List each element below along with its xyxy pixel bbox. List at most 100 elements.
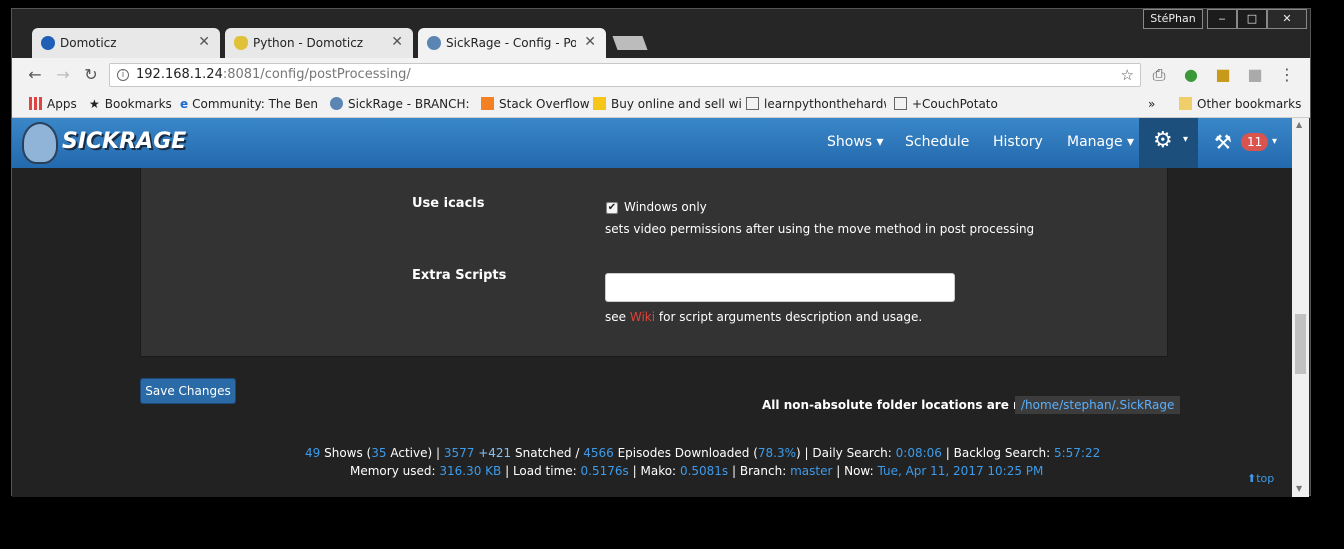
back-to-top-link[interactable]: ⬆top <box>1247 472 1274 485</box>
shows-count[interactable]: 49 <box>305 446 320 460</box>
use-icacls-checkbox[interactable]: ✔ <box>606 202 618 214</box>
memory-used: 316.30 KB <box>439 464 502 478</box>
apps-grid-icon <box>29 97 42 110</box>
notification-badge[interactable]: 11 <box>1241 133 1269 151</box>
scrollbar-thumb[interactable] <box>1295 314 1306 374</box>
footer-text: | Mako: <box>632 464 677 478</box>
close-tab-icon[interactable]: ✕ <box>584 34 596 50</box>
forward-icon[interactable]: → <box>54 66 72 84</box>
current-time: Tue, Apr 11, 2017 10:25 PM <box>877 464 1044 478</box>
relative-location-path: /home/stephan/.SickRage <box>1015 396 1181 414</box>
nav-manage[interactable]: Manage ▾ <box>1067 134 1134 150</box>
post-processing-panel: Use icacls ✔ Windows only sets video per… <box>140 168 1168 357</box>
address-bar[interactable]: i 192.168.1.24:8081/config/postProcessin… <box>109 63 1141 87</box>
bookmark-sickrage-branch[interactable]: SickRage - BRANCH: <box>330 97 470 111</box>
footer-text: Memory used: <box>350 464 436 478</box>
sickrage-logo-text[interactable]: SICKRAGE <box>62 129 186 154</box>
snatched-new-count: +421 <box>478 446 512 460</box>
bookmark-label: Buy online and sell wi <box>611 97 742 111</box>
back-icon[interactable]: ← <box>26 66 44 84</box>
downloaded-count[interactable]: 4566 <box>583 446 614 460</box>
footer-text: | Branch: <box>732 464 787 478</box>
tab-python-domoticz[interactable]: Python - Domoticz ✕ <box>225 28 413 58</box>
other-bookmarks[interactable]: Other bookmarks <box>1179 97 1301 111</box>
star-icon: ★ <box>89 97 100 111</box>
footer-text: Shows ( <box>324 446 372 460</box>
chevron-down-icon[interactable]: ▾ <box>1272 136 1277 147</box>
footer-text: Episodes Downloaded ( <box>617 446 758 460</box>
arrow-up-icon: ⬆ <box>1247 472 1257 485</box>
snatched-count[interactable]: 3577 <box>444 446 475 460</box>
scroll-up-icon[interactable]: ▲ <box>1296 120 1302 129</box>
profile-button[interactable]: StéPhan <box>1143 9 1203 29</box>
site-info-icon[interactable]: i <box>117 69 129 81</box>
save-changes-button[interactable]: Save Changes <box>140 378 236 404</box>
bookmark-community[interactable]: e Community: The Ben <box>180 97 320 111</box>
extra-scripts-help: see Wiki for script arguments descriptio… <box>605 310 922 324</box>
downloaded-percent: 78.3% <box>757 446 797 460</box>
menu-dots-icon[interactable]: ⋮ <box>1278 66 1296 84</box>
reload-icon[interactable]: ↻ <box>82 66 100 84</box>
close-tab-icon[interactable]: ✕ <box>198 34 210 50</box>
nav-history[interactable]: History <box>993 134 1043 150</box>
sickrage-mascot-logo[interactable] <box>22 122 58 164</box>
sickrage-navbar: SICKRAGE Shows ▾ Schedule History Manage… <box>12 118 1292 168</box>
domoticz-favicon-icon <box>41 36 55 50</box>
footer-text: | Backlog Search: <box>945 446 1051 460</box>
url-host: 192.168.1.24 <box>136 67 223 82</box>
tab-label: SickRage - Config - Post <box>446 36 576 50</box>
footer-text: ) | Daily Search: <box>796 446 892 460</box>
bookmarks-overflow-icon[interactable]: » <box>1148 97 1155 111</box>
bookmark-bookmarks[interactable]: ★ Bookmarks <box>89 97 172 111</box>
footer-stats-line-2: Memory used: 316.30 KB | Load time: 0.51… <box>350 464 1043 478</box>
bag-extension-icon[interactable]: ■ <box>1246 66 1264 84</box>
bookmark-buy-online[interactable]: Buy online and sell wi <box>593 97 743 111</box>
bookmark-apps[interactable]: Apps <box>29 97 77 111</box>
close-tab-icon[interactable]: ✕ <box>391 34 403 50</box>
help-suffix: for script arguments description and usa… <box>658 310 923 324</box>
lightbulb-icon <box>234 36 248 50</box>
icacls-help-text: sets video permissions after using the m… <box>605 222 1035 236</box>
printer-extension-icon[interactable]: ⎙ <box>1150 66 1168 84</box>
bookmark-learnpython[interactable]: learnpythonthehardw <box>746 97 886 111</box>
browser-window: StéPhan ‒ □ ✕ Domoticz ✕ Python - Domoti… <box>11 8 1311 497</box>
footer-text: | Now: <box>836 464 874 478</box>
gear-icon: ⚙ <box>1153 128 1173 153</box>
branch-name: master <box>790 464 833 478</box>
bookmark-couchpotato[interactable]: +CouchPotato <box>894 97 998 111</box>
star-icon[interactable]: ☆ <box>1121 64 1134 86</box>
tools-icon[interactable]: ⚒ <box>1214 130 1232 154</box>
wiki-link[interactable]: Wiki <box>630 310 655 324</box>
bookmark-label: Community: The Ben <box>192 97 318 111</box>
close-window-icon[interactable]: ✕ <box>1267 9 1307 29</box>
scroll-down-icon[interactable]: ▼ <box>1296 484 1302 493</box>
minimize-icon[interactable]: ‒ <box>1207 9 1237 29</box>
footer-text: Snatched / <box>515 446 580 460</box>
mako-time: 0.5081s <box>679 464 729 478</box>
rss-extension-icon[interactable]: ■ <box>1214 66 1232 84</box>
page-scrollbar[interactable]: ▲ ▼ <box>1292 118 1309 497</box>
maximize-icon[interactable]: □ <box>1237 9 1267 29</box>
nav-schedule[interactable]: Schedule <box>905 134 969 150</box>
active-count: 35 <box>371 446 387 460</box>
sickrage-icon <box>330 97 343 110</box>
footer-text: | Load time: <box>505 464 577 478</box>
tab-domoticz[interactable]: Domoticz ✕ <box>32 28 220 58</box>
bookmark-stack-overflow[interactable]: Stack Overflow <box>481 97 590 111</box>
nav-shows[interactable]: Shows ▾ <box>827 134 884 150</box>
folder-icon <box>1179 97 1192 110</box>
daily-search-time: 0:08:06 <box>895 446 942 460</box>
bookmark-label: learnpythonthehardw <box>764 97 886 111</box>
windows-only-label: Windows only <box>624 200 707 214</box>
config-menu-button[interactable]: ⚙ ▾ <box>1139 118 1198 168</box>
tab-label: Domoticz <box>60 36 117 50</box>
extra-scripts-input[interactable] <box>605 273 955 302</box>
tab-sickrage-config[interactable]: SickRage - Config - Post ✕ <box>418 28 606 58</box>
shop-icon <box>593 97 606 110</box>
new-tab-button[interactable] <box>612 36 648 50</box>
browser-toolbar: ← → ↻ i 192.168.1.24:8081/config/postPro… <box>12 58 1310 92</box>
stack-overflow-icon <box>481 97 494 110</box>
footer-text: Active) <box>390 446 433 460</box>
android-extension-icon[interactable]: ● <box>1182 66 1200 84</box>
help-prefix: see <box>605 310 627 324</box>
